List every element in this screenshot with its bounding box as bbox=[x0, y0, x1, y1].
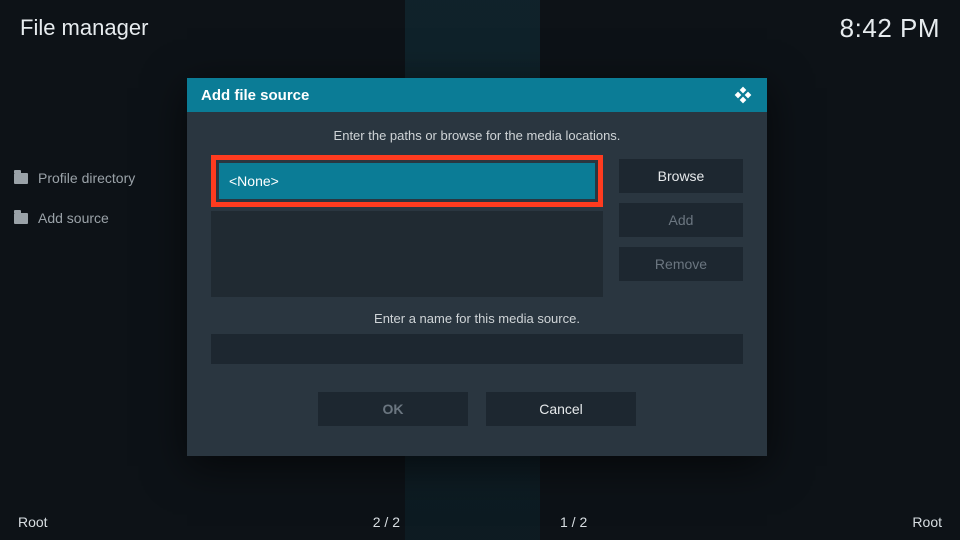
file-list: Profile directory Add source bbox=[14, 170, 135, 226]
clock: 8:42 PM bbox=[840, 13, 940, 44]
remove-button[interactable]: Remove bbox=[619, 247, 743, 281]
list-item[interactable]: Add source bbox=[14, 210, 135, 226]
cancel-button[interactable]: Cancel bbox=[486, 392, 636, 426]
footer-right-label: Root bbox=[912, 514, 942, 530]
ok-button[interactable]: OK bbox=[318, 392, 468, 426]
add-file-source-dialog: Add file source Enter the paths or brows… bbox=[187, 78, 767, 456]
footer-left-label: Root bbox=[18, 514, 48, 530]
path-instruction: Enter the paths or browse for the media … bbox=[211, 128, 743, 143]
kodi-logo-icon bbox=[733, 85, 753, 105]
dialog-header: Add file source bbox=[187, 78, 767, 112]
list-item-label: Profile directory bbox=[38, 170, 135, 186]
path-input-value: <None> bbox=[229, 173, 279, 189]
source-name-input[interactable] bbox=[211, 334, 743, 364]
path-input-highlight: <None> bbox=[211, 155, 603, 207]
folder-icon bbox=[14, 213, 28, 224]
footer-bar: Root Root bbox=[0, 504, 960, 540]
dialog-body: Enter the paths or browse for the media … bbox=[187, 112, 767, 456]
folder-icon bbox=[14, 173, 28, 184]
list-item-label: Add source bbox=[38, 210, 109, 226]
top-bar: File manager 8:42 PM bbox=[0, 0, 960, 56]
add-button[interactable]: Add bbox=[619, 203, 743, 237]
path-list-area[interactable] bbox=[211, 211, 603, 297]
dialog-title: Add file source bbox=[201, 87, 309, 104]
list-item[interactable]: Profile directory bbox=[14, 170, 135, 186]
name-instruction: Enter a name for this media source. bbox=[211, 311, 743, 326]
path-input[interactable]: <None> bbox=[219, 163, 595, 199]
browse-button[interactable]: Browse bbox=[619, 159, 743, 193]
screen-title: File manager bbox=[20, 15, 148, 41]
